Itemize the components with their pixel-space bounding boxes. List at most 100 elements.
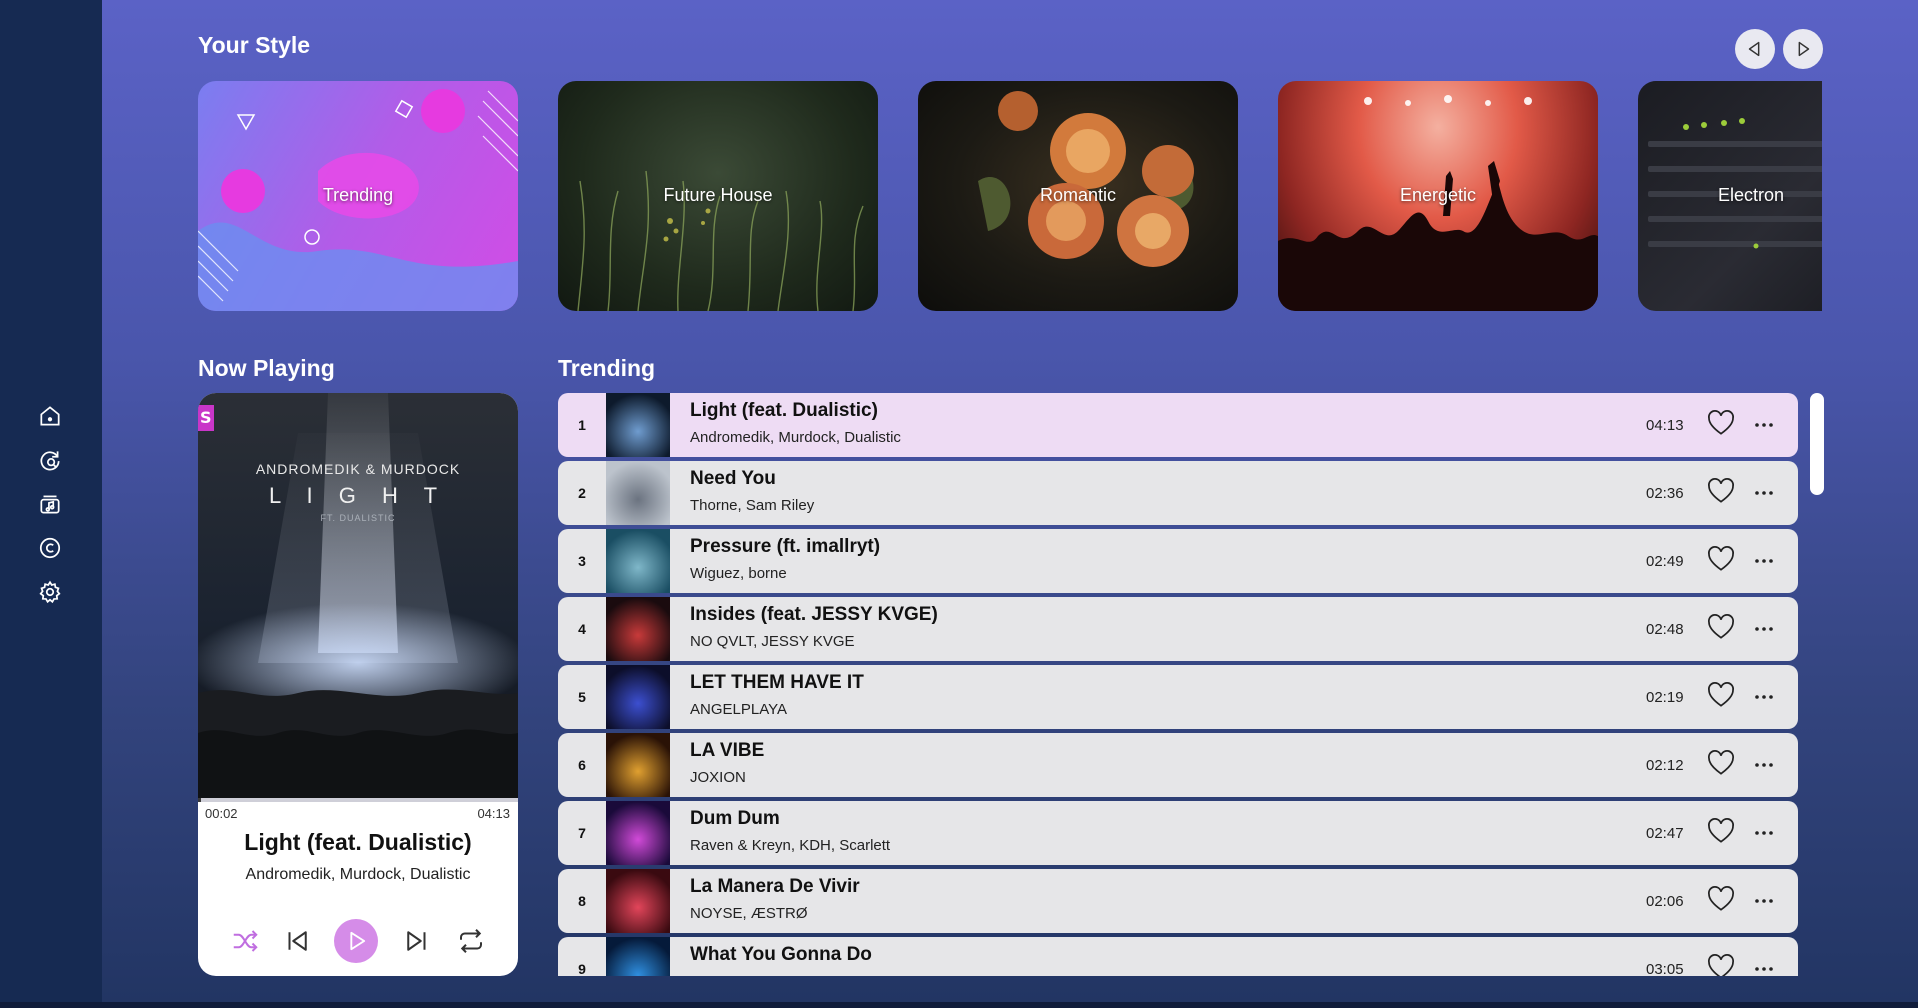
heart-icon[interactable]	[1705, 475, 1737, 507]
more-options-icon[interactable]	[1752, 413, 1776, 437]
repeat-icon	[460, 929, 482, 953]
trending-list: 1 Light (feat. Dualistic) Andromedik, Murd…	[558, 393, 1806, 976]
track-thumbnail	[606, 665, 670, 729]
more-options-icon[interactable]	[1752, 481, 1776, 505]
more-options-icon[interactable]	[1752, 617, 1776, 641]
prev-button[interactable]	[1735, 29, 1775, 69]
track-title: Light (feat. Dualistic)	[690, 400, 878, 421]
track-row[interactable]: 3 Pressure (ft. imallryt) Wiguez, borne 02:…	[558, 529, 1798, 593]
track-thumbnail	[606, 733, 670, 797]
next-track-button[interactable]	[400, 924, 434, 958]
track-number: 1	[578, 417, 586, 433]
style-card-romantic[interactable]: Romantic	[918, 81, 1238, 311]
track-duration: 04:13	[1646, 417, 1684, 434]
play-icon	[350, 931, 366, 951]
track-title: Dum Dum	[690, 808, 780, 829]
track-thumbnail	[606, 937, 670, 976]
sidebar	[0, 0, 102, 1008]
bottom-strip	[0, 1002, 1918, 1008]
track-number: 8	[578, 893, 586, 909]
style-card-trending[interactable]: Trending	[198, 81, 518, 311]
more-options-icon[interactable]	[1752, 889, 1776, 913]
track-artist: Andromedik, Murdock, Dualistic	[690, 429, 901, 446]
scrollbar-thumb[interactable]	[1810, 393, 1824, 495]
shuffle-icon	[233, 930, 258, 952]
search-refresh-icon[interactable]	[37, 447, 63, 473]
style-card-electron[interactable]: Electron	[1638, 81, 1822, 311]
more-options-icon[interactable]	[1752, 549, 1776, 573]
style-card-label: Energetic	[1399, 185, 1477, 205]
skip-back-icon	[288, 931, 307, 951]
your-style-title: Your Style	[198, 32, 311, 58]
copyright-icon[interactable]	[37, 535, 63, 561]
track-title: Insides (feat. JESSY KVGE)	[690, 604, 938, 625]
next-button[interactable]	[1783, 29, 1823, 69]
track-thumbnail	[606, 461, 670, 525]
heart-icon[interactable]	[1705, 747, 1737, 779]
track-duration: 02:19	[1646, 689, 1684, 706]
shuffle-button[interactable]	[228, 924, 262, 958]
heart-icon[interactable]	[1705, 543, 1737, 575]
track-number: 3	[578, 553, 586, 569]
home-icon[interactable]	[37, 403, 63, 429]
track-title: LET THEM HAVE IT	[690, 672, 864, 693]
heart-icon[interactable]	[1705, 883, 1737, 915]
more-options-icon[interactable]	[1752, 957, 1776, 976]
track-artist: JOXION	[690, 769, 746, 786]
svg-text:S: S	[200, 408, 212, 427]
style-card-label: Romantic	[1039, 185, 1117, 205]
heart-icon[interactable]	[1705, 611, 1737, 643]
track-row[interactable]: 4 Insides (feat. JESSY KVGE) NO QVLT, JESS…	[558, 597, 1798, 661]
track-thumbnail	[606, 597, 670, 661]
track-duration: 02:12	[1646, 757, 1684, 774]
track-number: 2	[578, 485, 586, 501]
music-library-icon[interactable]	[37, 491, 63, 517]
more-options-icon[interactable]	[1752, 685, 1776, 709]
track-artist: NOYSE, ÆSTRØ	[690, 905, 808, 922]
album-art-artist-text: ANDROMEDIK & MURDOCK	[255, 461, 461, 477]
skip-forward-icon	[407, 931, 426, 951]
track-artist: Thorne, Sam Riley	[690, 497, 815, 514]
style-carousel: Trending Future House Romantic Energetic…	[198, 81, 1822, 311]
track-thumbnail	[606, 869, 670, 933]
track-duration: 02:06	[1646, 893, 1684, 910]
heart-icon[interactable]	[1705, 815, 1737, 847]
play-button[interactable]	[334, 919, 378, 963]
track-duration: 02:36	[1646, 485, 1684, 502]
style-card-label: Electron	[1718, 185, 1785, 205]
total-time: 04:13	[477, 806, 510, 821]
heart-icon[interactable]	[1705, 951, 1737, 976]
trending-title: Trending	[558, 355, 656, 381]
track-thumbnail	[606, 393, 670, 457]
style-card-energetic[interactable]: Energetic	[1278, 81, 1598, 311]
progress-fill	[198, 798, 201, 802]
track-artist: Raven & Kreyn, KDH, Scarlett	[690, 837, 891, 854]
track-row[interactable]: 2 Need You Thorne, Sam Riley 02:36	[558, 461, 1798, 525]
now-playing-artists: Andromedik, Murdock, Dualistic	[245, 866, 471, 883]
track-artist: NO QVLT, JESSY KVGE	[690, 633, 855, 650]
previous-track-button[interactable]	[280, 924, 314, 958]
progress-bar[interactable]	[198, 798, 518, 802]
more-options-icon[interactable]	[1752, 821, 1776, 845]
track-row[interactable]: 7 Dum Dum Raven & Kreyn, KDH, Scarlett 02:4…	[558, 801, 1798, 865]
album-art: S ANDROMEDIK & MURDOCK L I G H T FT. DUA…	[198, 393, 518, 800]
track-row[interactable]: 5 LET THEM HAVE IT ANGELPLAYA 02:19	[558, 665, 1798, 729]
track-duration: 02:49	[1646, 553, 1684, 570]
now-playing-card: S ANDROMEDIK & MURDOCK L I G H T FT. DUA…	[198, 393, 518, 976]
track-row[interactable]: 6 LA VIBE JOXION 02:12	[558, 733, 1798, 797]
track-number: 5	[578, 689, 586, 705]
track-row[interactable]: 1 Light (feat. Dualistic) Andromedik, Murd…	[558, 393, 1798, 457]
heart-icon[interactable]	[1705, 407, 1737, 439]
settings-icon[interactable]	[37, 579, 63, 605]
track-artist: Wiguez, borne	[690, 565, 787, 582]
track-title: LA VIBE	[690, 740, 765, 761]
style-card-label: Trending	[322, 185, 394, 205]
more-options-icon[interactable]	[1752, 753, 1776, 777]
style-card-future-house[interactable]: Future House	[558, 81, 878, 311]
heart-icon[interactable]	[1705, 679, 1737, 711]
track-row[interactable]: 8 La Manera De Vivir NOYSE, ÆSTRØ 02:06	[558, 869, 1798, 933]
track-row[interactable]: 9 What You Gonna Do 03:05	[558, 937, 1798, 976]
repeat-button[interactable]	[454, 924, 488, 958]
track-duration: 02:47	[1646, 825, 1684, 842]
track-number: 7	[578, 825, 586, 841]
